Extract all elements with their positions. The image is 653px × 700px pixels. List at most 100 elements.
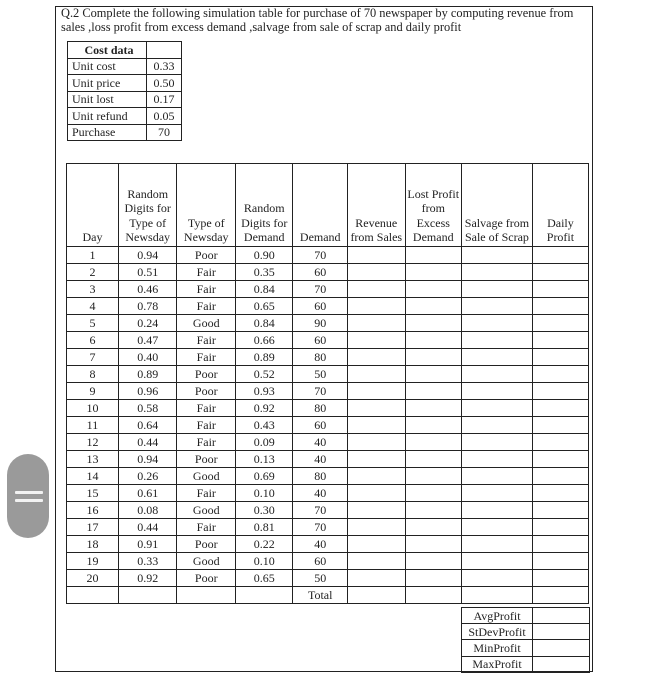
salvage-cell[interactable]	[461, 518, 533, 536]
lost-profit-cell[interactable]	[404, 280, 463, 298]
daily-profit-cell[interactable]	[531, 382, 590, 400]
total-daily-profit-cell[interactable]	[531, 586, 590, 604]
daily-profit-cell[interactable]	[531, 569, 590, 587]
daily-profit-cell[interactable]	[531, 399, 590, 417]
revenue-cell[interactable]	[347, 365, 406, 383]
lost-profit-cell[interactable]	[404, 365, 463, 383]
lost-profit-cell[interactable]	[404, 263, 463, 281]
salvage-cell[interactable]	[461, 552, 533, 570]
lost-profit-cell[interactable]	[404, 416, 463, 434]
drag-handle-icon[interactable]	[7, 454, 49, 538]
salvage-cell[interactable]	[461, 280, 533, 298]
salvage-cell[interactable]	[461, 535, 533, 553]
daily-profit-cell[interactable]	[531, 450, 590, 468]
random-digits-demand-cell: 0.84	[235, 280, 294, 298]
daily-profit-cell[interactable]	[531, 552, 590, 570]
revenue-cell[interactable]	[347, 314, 406, 332]
revenue-cell[interactable]	[347, 552, 406, 570]
salvage-cell[interactable]	[461, 382, 533, 400]
daily-profit-cell[interactable]	[531, 518, 590, 536]
revenue-cell[interactable]	[347, 280, 406, 298]
salvage-cell[interactable]	[461, 399, 533, 417]
revenue-cell[interactable]	[347, 331, 406, 349]
salvage-cell[interactable]	[461, 433, 533, 451]
daily-profit-cell[interactable]	[531, 416, 590, 434]
revenue-cell[interactable]	[347, 348, 406, 366]
stat-value-cell[interactable]	[532, 639, 590, 657]
lost-profit-cell[interactable]	[404, 467, 463, 485]
lost-profit-cell[interactable]	[404, 569, 463, 587]
daily-profit-cell[interactable]	[531, 314, 590, 332]
daily-profit-cell[interactable]	[531, 484, 590, 502]
lost-profit-cell[interactable]	[404, 535, 463, 553]
revenue-cell[interactable]	[347, 263, 406, 281]
random-digits-type-cell: 0.78	[117, 297, 178, 315]
cost-value: 0.50	[146, 74, 182, 92]
revenue-cell[interactable]	[347, 535, 406, 553]
type-of-newsday-cell: Fair	[176, 331, 237, 349]
daily-profit-cell[interactable]	[531, 467, 590, 485]
salvage-cell[interactable]	[461, 484, 533, 502]
revenue-cell[interactable]	[347, 433, 406, 451]
salvage-cell[interactable]	[461, 263, 533, 281]
total-revenue-cell[interactable]	[347, 586, 406, 604]
daily-profit-cell[interactable]	[531, 535, 590, 553]
lost-profit-cell[interactable]	[404, 518, 463, 536]
daily-profit-cell[interactable]	[531, 331, 590, 349]
daily-profit-cell[interactable]	[531, 297, 590, 315]
total-cell-empty	[235, 586, 294, 604]
lost-profit-cell[interactable]	[404, 484, 463, 502]
revenue-cell[interactable]	[347, 399, 406, 417]
lost-profit-cell[interactable]	[404, 433, 463, 451]
table-row: 12 0.44 Fair 0.09 40	[66, 433, 590, 451]
daily-profit-cell[interactable]	[531, 433, 590, 451]
salvage-cell[interactable]	[461, 467, 533, 485]
revenue-cell[interactable]	[347, 569, 406, 587]
salvage-cell[interactable]	[461, 416, 533, 434]
lost-profit-cell[interactable]	[404, 348, 463, 366]
lost-profit-cell[interactable]	[404, 331, 463, 349]
salvage-cell[interactable]	[461, 450, 533, 468]
stat-label: StDevProfit	[461, 623, 533, 641]
cost-label: Unit price	[67, 74, 147, 92]
daily-profit-cell[interactable]	[531, 280, 590, 298]
lost-profit-cell[interactable]	[404, 552, 463, 570]
daily-profit-cell[interactable]	[531, 246, 590, 264]
daily-profit-cell[interactable]	[531, 501, 590, 519]
revenue-cell[interactable]	[347, 501, 406, 519]
stat-value-cell[interactable]	[532, 655, 590, 673]
daily-profit-cell[interactable]	[531, 263, 590, 281]
revenue-cell[interactable]	[347, 416, 406, 434]
type-of-newsday-cell: Fair	[176, 280, 237, 298]
salvage-cell[interactable]	[461, 348, 533, 366]
daily-profit-cell[interactable]	[531, 348, 590, 366]
lost-profit-cell[interactable]	[404, 382, 463, 400]
salvage-cell[interactable]	[461, 365, 533, 383]
salvage-cell[interactable]	[461, 331, 533, 349]
lost-profit-cell[interactable]	[404, 501, 463, 519]
total-salvage-cell[interactable]	[461, 586, 533, 604]
lost-profit-cell[interactable]	[404, 450, 463, 468]
salvage-cell[interactable]	[461, 246, 533, 264]
revenue-cell[interactable]	[347, 382, 406, 400]
lost-profit-cell[interactable]	[404, 246, 463, 264]
lost-profit-cell[interactable]	[404, 297, 463, 315]
salvage-cell[interactable]	[461, 501, 533, 519]
stat-value-cell[interactable]	[532, 606, 590, 625]
revenue-cell[interactable]	[347, 297, 406, 315]
salvage-cell[interactable]	[461, 314, 533, 332]
revenue-cell[interactable]	[347, 450, 406, 468]
total-lost-profit-cell[interactable]	[404, 586, 463, 604]
salvage-cell[interactable]	[461, 297, 533, 315]
header-random-digits-demand: Random Digits for Demand	[235, 163, 294, 247]
revenue-cell[interactable]	[347, 246, 406, 264]
salvage-cell[interactable]	[461, 569, 533, 587]
daily-profit-cell[interactable]	[531, 365, 590, 383]
type-of-newsday-cell: Poor	[176, 569, 237, 587]
stat-value-cell[interactable]	[532, 623, 590, 641]
lost-profit-cell[interactable]	[404, 314, 463, 332]
revenue-cell[interactable]	[347, 484, 406, 502]
revenue-cell[interactable]	[347, 467, 406, 485]
revenue-cell[interactable]	[347, 518, 406, 536]
lost-profit-cell[interactable]	[404, 399, 463, 417]
